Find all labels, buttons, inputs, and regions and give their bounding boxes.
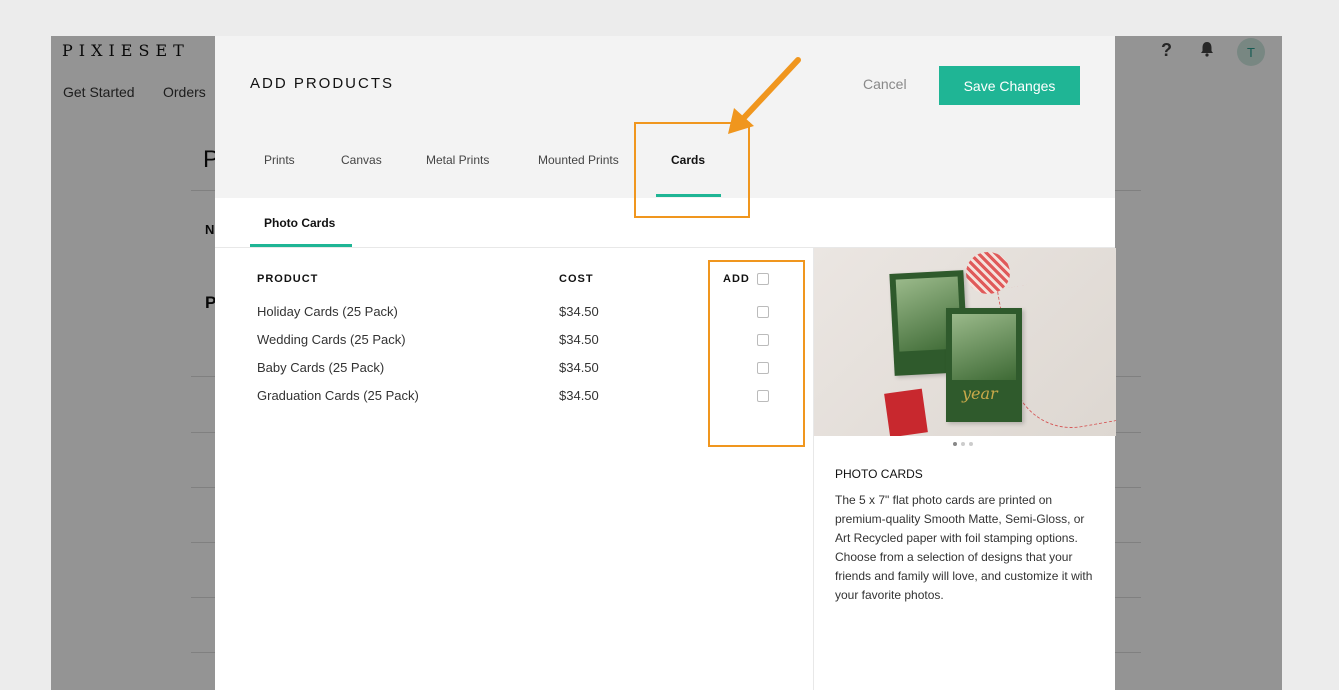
product-cost: $34.50 (559, 360, 599, 375)
table-row: Graduation Cards (25 Pack) $34.50 (257, 388, 777, 408)
product-name: Holiday Cards (25 Pack) (257, 304, 398, 319)
column-header-product: PRODUCT (257, 273, 319, 285)
tab-prints[interactable]: Prints (264, 153, 295, 167)
cancel-button[interactable]: Cancel (863, 76, 907, 92)
product-cost: $34.50 (559, 332, 599, 347)
carousel-dot[interactable] (953, 442, 957, 446)
table-row: Holiday Cards (25 Pack) $34.50 (257, 304, 777, 324)
photo-card: year (946, 308, 1022, 422)
tab-metal-prints[interactable]: Metal Prints (426, 153, 489, 167)
modal-title: ADD PRODUCTS (250, 75, 395, 92)
save-changes-button[interactable]: Save Changes (939, 66, 1080, 105)
carousel-dot[interactable] (969, 442, 973, 446)
carousel-dot[interactable] (961, 442, 965, 446)
carousel-dots (953, 442, 973, 446)
column-header-cost: COST (559, 273, 594, 285)
annotation-highlight-add-column (708, 260, 805, 447)
product-name: Graduation Cards (25 Pack) (257, 388, 419, 403)
red-mailbox (884, 388, 928, 436)
product-cost: $34.50 (559, 304, 599, 319)
table-row: Baby Cards (25 Pack) $34.50 (257, 360, 777, 380)
product-name: Wedding Cards (25 Pack) (257, 332, 406, 347)
table-row: Wedding Cards (25 Pack) $34.50 (257, 332, 777, 352)
product-photo[interactable]: year (814, 248, 1116, 436)
subtab-photo-cards[interactable]: Photo Cards (264, 216, 335, 230)
panel-title: PHOTO CARDS (835, 467, 923, 481)
product-info-panel: year PHOTO CARDS The 5 x 7" flat photo c… (813, 248, 1116, 690)
product-name: Baby Cards (25 Pack) (257, 360, 385, 375)
annotation-arrow-icon (728, 57, 801, 134)
foil-text: year (962, 384, 998, 403)
tab-mounted-prints[interactable]: Mounted Prints (538, 153, 619, 167)
active-subtab-indicator (250, 244, 352, 247)
tab-canvas[interactable]: Canvas (341, 153, 382, 167)
panel-description: The 5 x 7" flat photo cards are printed … (835, 493, 1093, 602)
product-cost: $34.50 (559, 388, 599, 403)
card-photo (952, 314, 1016, 380)
